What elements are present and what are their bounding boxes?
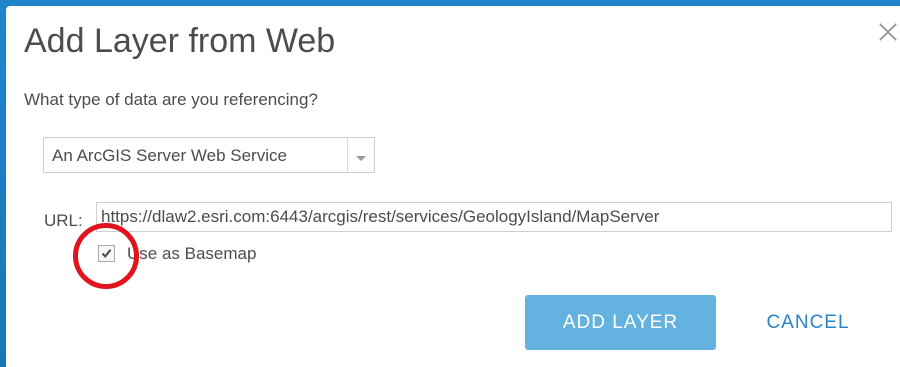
dialog-title: Add Layer from Web [24,22,336,60]
add-layer-button[interactable]: ADD LAYER [525,295,716,350]
annotation-circle [73,223,139,289]
chevron-down-icon [353,151,369,161]
add-layer-dialog: Add Layer from Web What type of data are… [6,6,900,367]
cancel-button[interactable]: CANCEL [748,295,868,350]
data-type-selected-value: An ArcGIS Server Web Service [52,146,287,165]
data-type-select[interactable]: An ArcGIS Server Web Service [43,137,375,173]
url-input[interactable] [96,202,892,232]
close-icon[interactable] [876,20,900,44]
use-as-basemap-label[interactable]: Use as Basemap [127,244,256,264]
url-label: URL: [44,211,83,230]
data-type-question: What type of data are you referencing? [24,90,318,109]
select-divider [347,138,348,172]
